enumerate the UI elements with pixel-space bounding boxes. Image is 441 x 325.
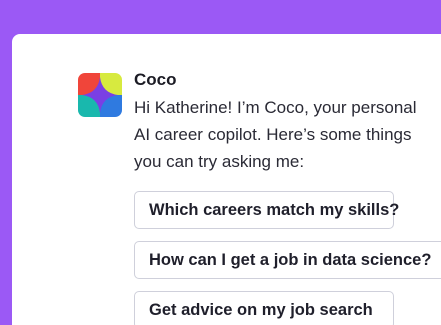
- coco-logo-icon: [78, 73, 122, 117]
- suggestion-job-search-advice[interactable]: Get advice on my job search: [134, 291, 394, 325]
- assistant-message: Hi Katherine! I’m Coco, your personal AI…: [134, 98, 417, 171]
- chat-panel: Coco Hi Katherine! I’m Coco, your person…: [12, 34, 441, 325]
- assistant-name: Coco: [134, 70, 177, 89]
- suggestion-job-data-science[interactable]: How can I get a job in data science?: [134, 241, 441, 279]
- suggestion-careers-match-skills[interactable]: Which careers match my skills?: [134, 191, 399, 229]
